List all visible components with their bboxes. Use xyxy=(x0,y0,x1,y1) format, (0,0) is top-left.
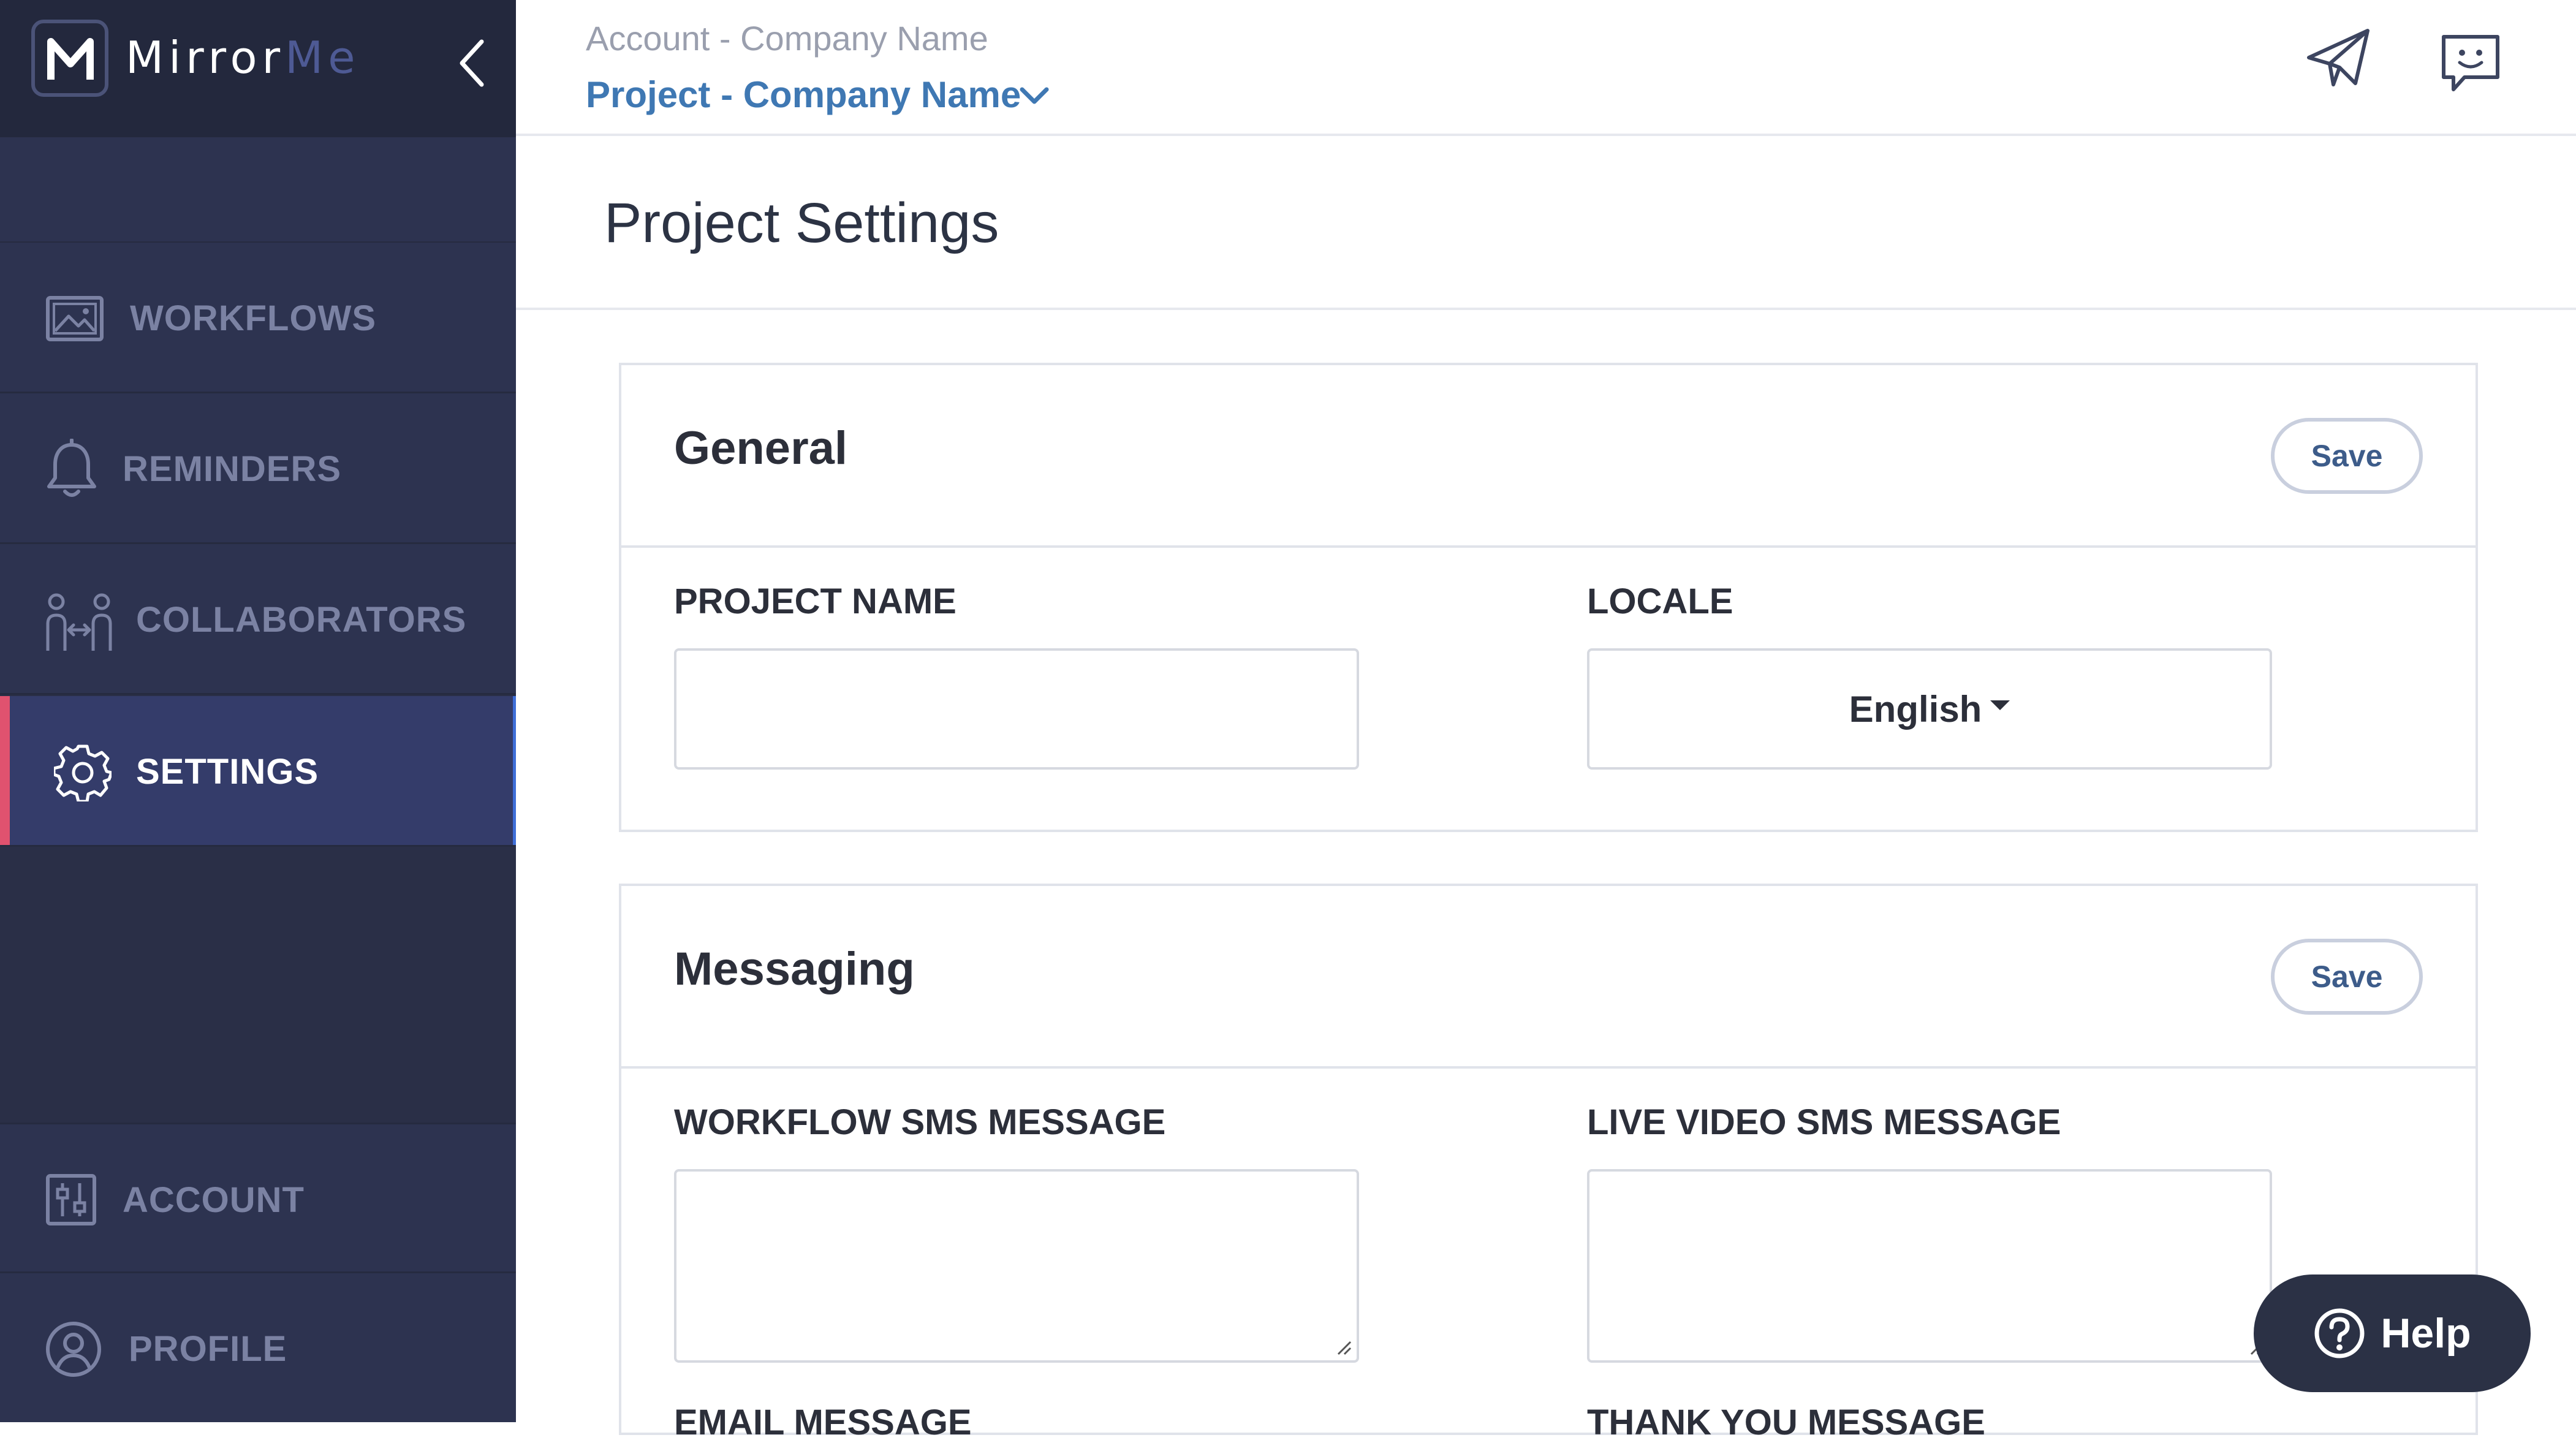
project-name-label: PROJECT NAME xyxy=(674,581,957,621)
sidebar-item-account[interactable]: ACCOUNT xyxy=(0,1123,516,1273)
live-video-sms-label: LIVE VIDEO SMS MESSAGE xyxy=(1587,1102,2061,1142)
workflow-sms-label: WORKFLOW SMS MESSAGE xyxy=(674,1102,1166,1142)
sidebar-item-workflows[interactable]: WORKFLOWS xyxy=(0,243,516,393)
messaging-save-button[interactable]: Save xyxy=(2271,939,2423,1015)
sidebar-item-label: PROFILE xyxy=(129,1329,287,1369)
image-icon xyxy=(46,296,104,341)
workflow-sms-textarea[interactable] xyxy=(674,1169,1359,1363)
brand: MirrorMe xyxy=(0,0,516,137)
locale-selected-value: English xyxy=(1849,688,1982,730)
brand-name-part2: Me xyxy=(285,32,360,83)
email-message-label: EMAIL MESSAGE xyxy=(674,1403,972,1442)
messaging-card: Messaging Save WORKFLOW SMS MESSAGE LIVE… xyxy=(619,884,2478,1442)
sidebar-item-label: COLLABORATORS xyxy=(136,600,467,640)
project-name-input[interactable] xyxy=(674,648,1359,770)
project-selector[interactable]: Project - Company Name xyxy=(586,74,1021,116)
general-save-button[interactable]: Save xyxy=(2271,418,2423,494)
sidebar-item-label: ACCOUNT xyxy=(123,1180,305,1220)
collapse-sidebar-icon[interactable] xyxy=(453,36,490,91)
locale-label: LOCALE xyxy=(1587,581,1733,621)
general-title: General xyxy=(674,422,848,474)
caret-down-icon xyxy=(1990,700,2010,710)
feedback-chat-icon[interactable] xyxy=(2440,33,2501,94)
active-indicator xyxy=(0,696,10,845)
bell-icon xyxy=(47,439,96,497)
brand-name-part1: Mirror xyxy=(126,32,286,83)
question-circle-icon xyxy=(2314,1308,2365,1358)
sidebar-item-reminders[interactable]: REMINDERS xyxy=(0,393,516,544)
sidebar-item-profile[interactable]: PROFILE xyxy=(0,1273,516,1422)
user-icon xyxy=(46,1322,101,1377)
top-bar: Account - Company Name Project - Company… xyxy=(516,0,2576,136)
send-icon[interactable] xyxy=(2305,27,2373,88)
locale-select[interactable]: English xyxy=(1587,648,2272,770)
sidebar-item-label: WORKFLOWS xyxy=(130,298,377,338)
chevron-down-icon[interactable] xyxy=(1018,85,1050,107)
sidebar-spacer xyxy=(0,137,516,243)
messaging-card-header: Messaging Save xyxy=(621,886,2476,1069)
help-button[interactable]: Help xyxy=(2254,1274,2531,1392)
sidebar-item-collaborators[interactable]: COLLABORATORS xyxy=(0,544,516,695)
page-title: Project Settings xyxy=(604,192,999,254)
messaging-title: Messaging xyxy=(674,943,915,995)
general-card: General Save PROJECT NAME LOCALE English xyxy=(619,363,2478,832)
general-card-header: General Save xyxy=(621,365,2476,548)
gear-icon xyxy=(54,744,112,801)
active-border xyxy=(513,696,516,845)
help-label: Help xyxy=(2381,1310,2471,1357)
thank-you-message-label: THANK YOU MESSAGE xyxy=(1587,1403,1985,1442)
logo-icon[interactable] xyxy=(31,20,108,97)
page-header: Project Settings xyxy=(516,136,2576,310)
sidebar-item-label: REMINDERS xyxy=(123,449,342,489)
brand-name: MirrorMe xyxy=(126,32,360,83)
sliders-icon xyxy=(46,1174,96,1225)
collaborators-icon xyxy=(46,593,112,651)
sidebar-item-settings[interactable]: SETTINGS xyxy=(0,696,516,847)
sidebar-item-label: SETTINGS xyxy=(136,752,319,792)
account-breadcrumb[interactable]: Account - Company Name xyxy=(586,18,988,58)
resize-grip-icon[interactable] xyxy=(1335,1338,1353,1357)
live-video-sms-textarea[interactable] xyxy=(1587,1169,2272,1363)
sidebar: MirrorMe WORKFLOWS REMINDERS COLLABORATO… xyxy=(0,0,516,1422)
